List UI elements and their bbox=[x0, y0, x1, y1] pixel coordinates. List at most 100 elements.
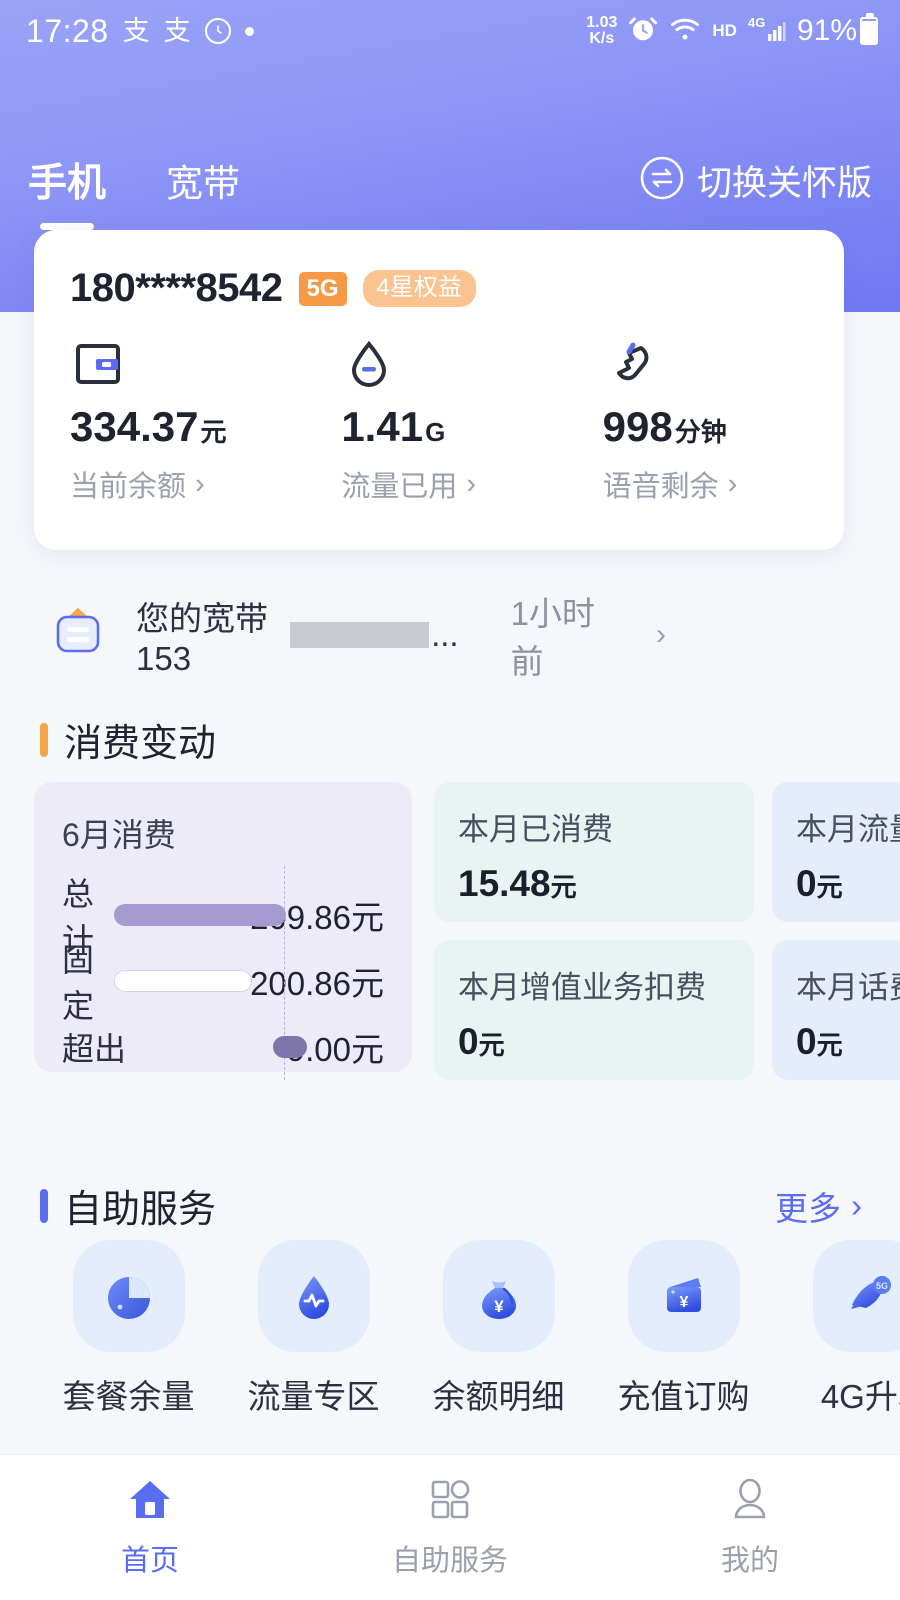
section-accent-bar bbox=[40, 1189, 48, 1223]
chevron-right-icon: › bbox=[728, 468, 738, 501]
service-item-upgrade-5g[interactable]: 5G 4G升5 bbox=[776, 1240, 900, 1418]
mini-card-vas-unit: 元 bbox=[479, 1030, 505, 1060]
stat-data-used[interactable]: 1.41G 流量已用 › bbox=[311, 333, 582, 505]
alipay-icon-2: 支 bbox=[164, 18, 191, 45]
chart-bars: 总计 209.86元 固定 200.86元 超出 9.00元 bbox=[62, 882, 384, 1080]
service-item-data-zone[interactable]: 流量专区 bbox=[221, 1240, 406, 1418]
nav-item-services-label: 自助服务 bbox=[392, 1537, 508, 1579]
alarm-clock-icon bbox=[628, 14, 658, 49]
chart-row-overage-label: 超出 bbox=[62, 1024, 139, 1070]
stat-balance-label-row: 当前余额 › bbox=[70, 463, 311, 505]
notice-text-prefix: 您的宽带153 bbox=[136, 592, 288, 678]
hd-icon: HD bbox=[712, 21, 737, 41]
svg-text:¥: ¥ bbox=[679, 1294, 688, 1311]
droplet-icon bbox=[341, 333, 582, 395]
mini-card-data-label: 本月流量 bbox=[796, 804, 900, 849]
announcement-icon bbox=[46, 601, 110, 670]
stat-balance-value-row: 334.37元 bbox=[70, 403, 311, 451]
tab-mobile[interactable]: 手机 bbox=[28, 152, 106, 208]
service-item-plan-balance-label: 套餐余量 bbox=[63, 1370, 195, 1418]
chart-title: 6月消费 bbox=[62, 810, 384, 856]
chart-row-total-track bbox=[114, 904, 196, 926]
network-speed-indicator: 1.03 K/s bbox=[586, 15, 617, 48]
alipay-icon-1: 支 bbox=[123, 18, 150, 45]
nav-item-mine[interactable]: 我的 bbox=[600, 1455, 900, 1600]
stat-data-label-row: 流量已用 › bbox=[341, 463, 582, 505]
chart-bar-total bbox=[114, 904, 286, 926]
service-item-recharge[interactable]: ¥ 充值订购 bbox=[591, 1240, 776, 1418]
service-item-plan-balance[interactable]: 套餐余量 bbox=[36, 1240, 221, 1418]
battery-percent-label: 91% bbox=[797, 14, 857, 48]
person-icon bbox=[726, 1476, 774, 1527]
battery-indicator: 91% bbox=[797, 14, 878, 48]
monthly-consumption-chart-card[interactable]: 6月消费 总计 209.86元 固定 200.86元 超出 bbox=[34, 782, 412, 1072]
services-section-header: 自助服务 更多 › bbox=[40, 1178, 862, 1233]
mini-card-data-unit: 元 bbox=[817, 872, 843, 902]
tab-broadband-label: 宽带 bbox=[166, 163, 240, 204]
stat-balance-value: 334.37 bbox=[70, 403, 198, 450]
stat-balance-unit: 元 bbox=[200, 417, 226, 447]
services-section-title: 自助服务 bbox=[64, 1178, 216, 1233]
signal-bars-icon: 4G bbox=[748, 14, 786, 49]
mini-card-data-value-row: 0元 bbox=[796, 863, 900, 905]
notification-dot-icon bbox=[245, 27, 254, 36]
mini-card-spent-unit: 元 bbox=[551, 872, 577, 902]
status-bar: 17:28 支 支 1.03 K/s HD 4G bbox=[0, 0, 900, 62]
stat-balance-label: 当前余额 bbox=[70, 463, 186, 505]
mini-card-data-this-month[interactable]: 本月流量 0元 bbox=[772, 782, 900, 922]
services-more-label: 更多 bbox=[775, 1182, 841, 1230]
notice-timestamp: 1小时前 bbox=[511, 587, 608, 683]
tab-mobile-label: 手机 bbox=[28, 162, 106, 205]
mini-card-vas-value: 0 bbox=[458, 1021, 479, 1062]
tab-broadband[interactable]: 宽带 bbox=[166, 153, 240, 207]
mini-card-call-label: 本月话费 bbox=[796, 962, 900, 1007]
account-stats-row: 334.37元 当前余额 › 1.41G 流量已用 › bbox=[34, 333, 844, 505]
mini-stat-cards-grid: 本月已消费 15.48元 本月流量 0元 本月增值业务扣费 0元 本月话费 0元 bbox=[434, 782, 900, 1072]
mini-card-vas-fee[interactable]: 本月增值业务扣费 0元 bbox=[434, 940, 754, 1080]
bottom-navigation-bar: 首页 自助服务 我的 bbox=[0, 1454, 900, 1600]
clock-time: 17:28 bbox=[26, 13, 109, 50]
mini-card-vas-label: 本月增值业务扣费 bbox=[458, 962, 730, 1007]
mini-card-spent-this-month[interactable]: 本月已消费 15.48元 bbox=[434, 782, 754, 922]
services-icon-row: 套餐余量 流量专区 ¥ 余额明细 bbox=[36, 1240, 900, 1418]
network-speed-value: 1.03 bbox=[586, 15, 617, 31]
stat-voice-remaining[interactable]: 998分钟 语音剩余 › bbox=[583, 333, 844, 505]
mini-card-call-fee[interactable]: 本月话费 0元 bbox=[772, 940, 900, 1080]
broadband-notice-row[interactable]: 您的宽带153 ... 1小时前 › bbox=[46, 595, 666, 675]
status-badge-level: 4星权益 bbox=[363, 270, 476, 307]
switch-care-mode-button[interactable]: 切换关怀版 bbox=[639, 155, 872, 206]
stat-voice-label-row: 语音剩余 › bbox=[603, 463, 844, 505]
mini-card-call-value-row: 0元 bbox=[796, 1021, 900, 1063]
nav-item-home[interactable]: 首页 bbox=[0, 1455, 300, 1600]
wallet-yuan-icon: ¥ bbox=[628, 1240, 740, 1352]
chart-bar-fixed bbox=[114, 970, 252, 992]
wallet-icon bbox=[70, 333, 311, 395]
notice-text-suffix: ... bbox=[431, 616, 459, 654]
pie-chart-icon bbox=[73, 1240, 185, 1352]
stat-voice-unit: 分钟 bbox=[675, 417, 727, 447]
mini-card-spent-label: 本月已消费 bbox=[458, 804, 730, 849]
nav-item-home-label: 首页 bbox=[121, 1537, 179, 1579]
services-more-link[interactable]: 更多 › bbox=[775, 1182, 862, 1230]
chart-row-fixed: 固定 200.86元 bbox=[62, 948, 384, 1014]
chart-row-fixed-track bbox=[114, 970, 196, 992]
chevron-right-icon: › bbox=[466, 468, 476, 501]
stat-voice-value-row: 998分钟 bbox=[603, 403, 844, 451]
chevron-right-icon: › bbox=[656, 618, 666, 652]
service-item-balance-detail-label: 余额明细 bbox=[433, 1370, 565, 1418]
section-accent-bar bbox=[40, 723, 48, 757]
account-summary-card: 180****8542 5G 4星权益 334.37元 当前余额 › bbox=[34, 230, 844, 550]
mini-card-call-unit: 元 bbox=[817, 1030, 843, 1060]
service-item-balance-detail[interactable]: ¥ 余额明细 bbox=[406, 1240, 591, 1418]
switch-care-mode-label: 切换关怀版 bbox=[697, 155, 872, 206]
stat-balance[interactable]: 334.37元 当前余额 › bbox=[34, 333, 311, 505]
nav-item-services[interactable]: 自助服务 bbox=[300, 1455, 600, 1600]
grid-icon bbox=[426, 1476, 474, 1527]
svg-text:5G: 5G bbox=[875, 1281, 887, 1291]
network-speed-unit: K/s bbox=[589, 31, 614, 47]
stat-data-unit: G bbox=[425, 417, 445, 447]
battery-icon bbox=[860, 17, 878, 45]
mini-card-data-value: 0 bbox=[796, 863, 817, 904]
consumption-section-title: 消费变动 bbox=[64, 712, 216, 767]
phone-number: 180****8542 bbox=[70, 266, 283, 311]
